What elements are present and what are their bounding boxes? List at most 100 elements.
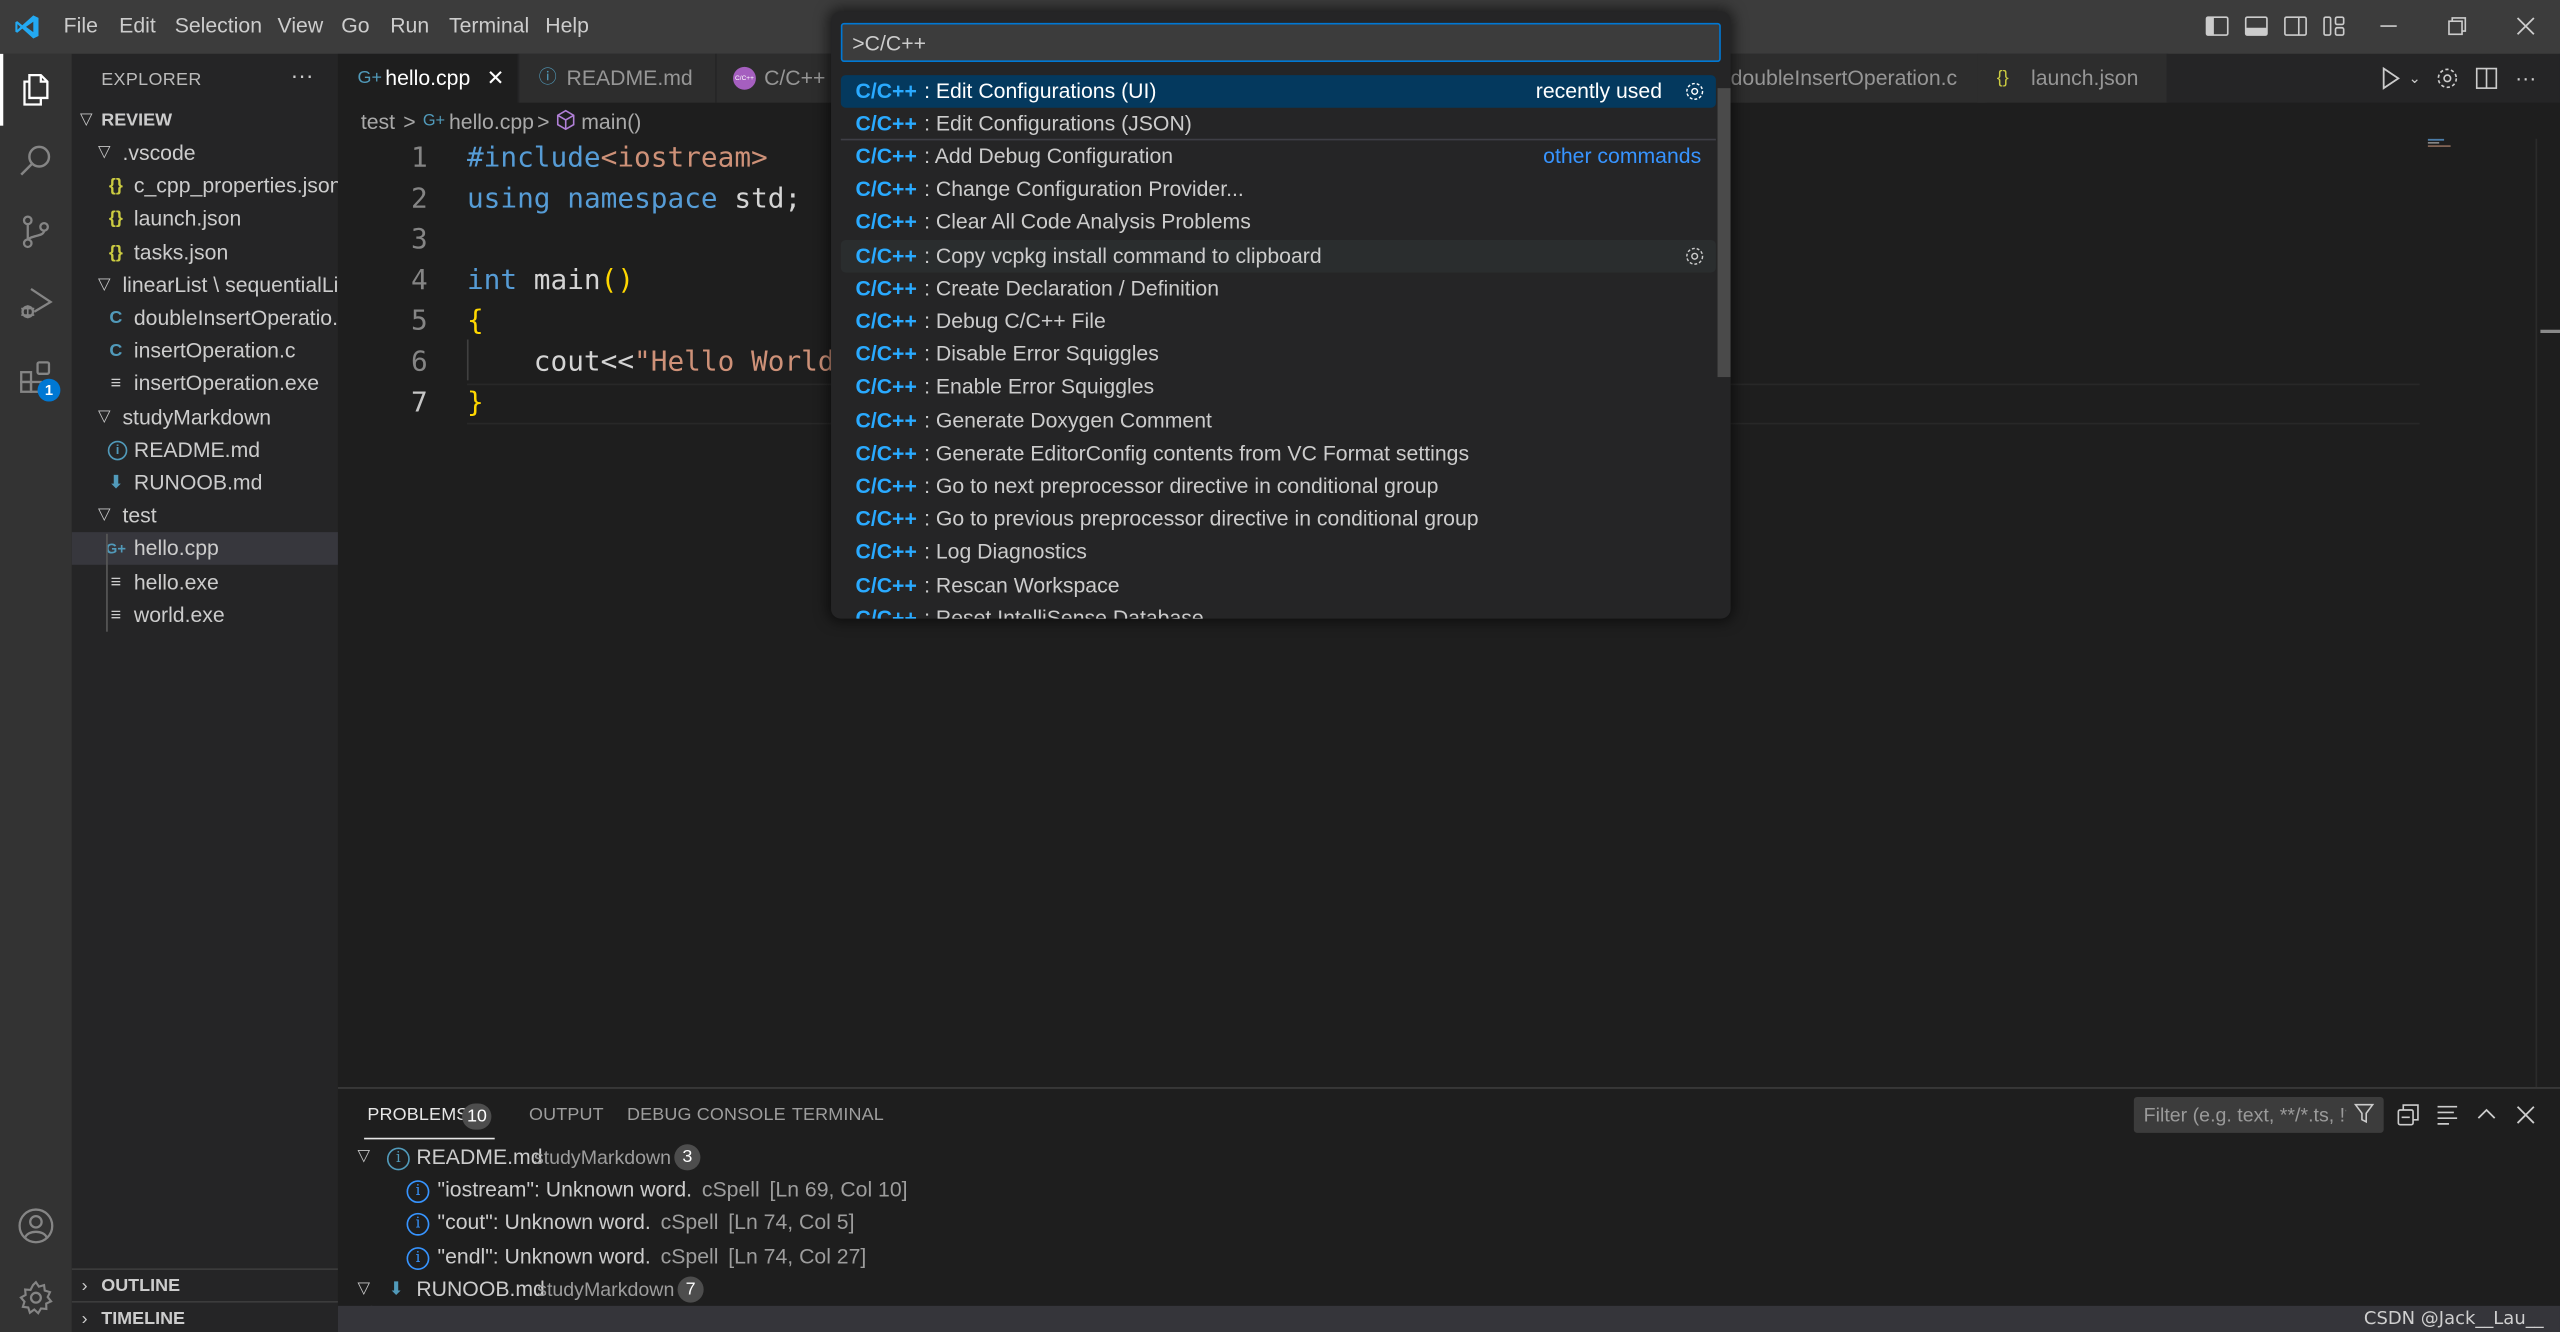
command-item[interactable]: C/C++: Add Debug Configuration other comm… xyxy=(841,140,1716,173)
close-panel-icon[interactable] xyxy=(2513,1102,2539,1128)
command-item[interactable]: C/C++: Rescan Workspace xyxy=(841,569,1716,602)
menu-edit[interactable]: Edit xyxy=(119,13,156,37)
menu-help[interactable]: Help xyxy=(545,13,589,37)
command-item[interactable]: C/C++: Create Declaration / Definition xyxy=(841,272,1716,305)
settings-gear-icon[interactable] xyxy=(2434,65,2460,91)
command-item[interactable]: C/C++: Debug C/C++ File xyxy=(841,305,1716,338)
breadcrumb-file[interactable]: hello.cpp xyxy=(449,109,534,133)
explorer-icon[interactable] xyxy=(16,70,55,109)
tab-hello-cpp[interactable]: G+ hello.cpp ✕ xyxy=(337,53,520,103)
tree-file[interactable]: ≡ world.exe xyxy=(72,599,338,632)
filter-icon[interactable] xyxy=(2353,1102,2376,1125)
tree-folder[interactable]: ▽ studyMarkdown xyxy=(72,401,338,434)
command-item[interactable]: C/C++: Change Configuration Provider... xyxy=(841,173,1716,206)
tree-folder[interactable]: ▽ test xyxy=(72,500,338,533)
configure-keybinding-gear-icon[interactable] xyxy=(1683,79,1706,102)
tree-file[interactable]: ≡ hello.exe xyxy=(72,566,338,599)
panel-tab-output[interactable]: OUTPUT xyxy=(529,1105,604,1125)
command-label: : Edit Configurations (UI) xyxy=(924,77,1157,103)
problem-item[interactable]: i "endl": Unknown word. cSpell [Ln 74, Col … xyxy=(338,1240,2560,1273)
section-outline[interactable]: › OUTLINE xyxy=(71,1268,338,1302)
menu-go[interactable]: Go xyxy=(341,13,369,37)
menu-terminal[interactable]: Terminal xyxy=(449,13,529,37)
menu-view[interactable]: View xyxy=(278,13,324,37)
toggle-primary-sidebar-icon[interactable] xyxy=(2204,13,2230,39)
more-actions-icon[interactable]: ··· xyxy=(291,62,314,88)
toggle-panel-icon[interactable] xyxy=(2243,13,2269,39)
command-palette-input[interactable] xyxy=(852,27,1702,58)
command-palette-input-box[interactable] xyxy=(840,22,1721,63)
editor-scrollbar[interactable] xyxy=(2535,138,2560,1088)
split-editor-icon[interactable] xyxy=(2473,65,2499,91)
tree-file[interactable]: {} launch.json xyxy=(72,203,338,236)
tab-launch-json[interactable]: {} launch.json xyxy=(1977,53,2169,103)
problems-filter[interactable] xyxy=(2133,1096,2384,1133)
source-control-icon[interactable] xyxy=(16,212,55,251)
tree-folder[interactable]: ▽ .vscode xyxy=(72,137,338,170)
search-icon[interactable] xyxy=(16,140,55,179)
command-item[interactable]: C/C++: Edit Configurations (UI) recently … xyxy=(840,74,1716,107)
tab-doubleinsert-c[interactable]: doubleInsertOperation.c xyxy=(1714,53,1987,103)
command-item[interactable]: C/C++: Go to next preprocessor directive… xyxy=(841,470,1716,503)
tree-file[interactable]: CdoubleInsertOperatio... xyxy=(72,302,338,335)
view-as-tree-icon[interactable] xyxy=(2434,1102,2460,1128)
tree-file[interactable]: {} tasks.json xyxy=(72,236,338,269)
collapse-all-icon[interactable] xyxy=(2395,1102,2421,1128)
toggle-secondary-sidebar-icon[interactable] xyxy=(2282,13,2308,39)
problem-file-group[interactable]: ▽ i README.md studyMarkdown 3 xyxy=(338,1141,2560,1174)
command-palette-scrollbar[interactable] xyxy=(1717,88,1731,378)
problem-file-group[interactable]: ▽ ⬇ RUNOOB.md studyMarkdown 7 xyxy=(338,1273,2560,1306)
command-item[interactable]: C/C++: Reset IntelliSense Database xyxy=(841,602,1716,619)
command-item[interactable]: C/C++: Copy vcpkg install command to cli… xyxy=(840,239,1716,272)
close-window-icon[interactable] xyxy=(2513,13,2539,39)
close-tab-icon[interactable]: ✕ xyxy=(487,54,505,103)
tree-folder[interactable]: ▽ linearList \ sequentialList xyxy=(72,269,338,302)
other-commands-label[interactable]: other commands xyxy=(1543,140,1701,173)
panel-tab-debug-console[interactable]: DEBUG CONSOLE xyxy=(627,1105,786,1125)
account-icon[interactable] xyxy=(16,1206,55,1245)
more-editor-actions-icon[interactable]: ··· xyxy=(2513,65,2539,91)
command-item[interactable]: C/C++: Generate Doxygen Comment xyxy=(841,404,1716,437)
tree-file[interactable]: ≡ insertOperation.exe xyxy=(72,368,338,401)
info-icon: i xyxy=(406,1213,430,1237)
line-number: 6 xyxy=(411,346,428,379)
tree-file[interactable]: {} c_cpp_properties.json xyxy=(72,170,338,203)
panel-tab-terminal[interactable]: TERMINAL xyxy=(792,1105,884,1125)
problem-item[interactable]: i "cout": Unknown word. cSpell [Ln 74, Col … xyxy=(338,1207,2560,1240)
breadcrumb-symbol[interactable]: main() xyxy=(581,109,641,133)
command-item[interactable]: C/C++: Disable Error Squiggles xyxy=(841,338,1716,371)
tree-file[interactable]: CinsertOperation.c xyxy=(72,335,338,368)
customize-layout-icon[interactable] xyxy=(2322,13,2348,39)
section-timeline[interactable]: › TIMELINE xyxy=(71,1300,338,1332)
menu-run[interactable]: Run xyxy=(390,13,429,37)
command-item[interactable]: C/C++: Go to previous preprocessor direc… xyxy=(841,503,1716,536)
cpp-file-icon: G+ xyxy=(105,540,126,558)
tab-readme-md[interactable]: ⓘ README.md xyxy=(519,53,717,103)
run-dropdown-chevron-icon[interactable]: ⌄ xyxy=(2402,65,2428,91)
command-item[interactable]: C/C++: Enable Error Squiggles xyxy=(841,371,1716,404)
workspace-root[interactable]: ▽ REVIEW xyxy=(72,104,338,137)
tree-item-label: studyMarkdown xyxy=(122,404,272,429)
run-file-icon[interactable] xyxy=(2377,65,2403,91)
tree-file[interactable]: G+ hello.cpp xyxy=(71,532,338,566)
tree-file[interactable]: ⬇ RUNOOB.md xyxy=(72,467,338,500)
minimize-icon[interactable] xyxy=(2376,13,2402,39)
menu-file[interactable]: File xyxy=(64,13,98,37)
problems-filter-input[interactable] xyxy=(2143,1101,2347,1128)
command-item[interactable]: C/C++: Clear All Code Analysis Problems xyxy=(841,206,1716,239)
command-category: C/C++ xyxy=(855,572,917,597)
manage-gear-icon[interactable] xyxy=(16,1278,55,1317)
configure-keybinding-gear-icon[interactable] xyxy=(1683,244,1706,267)
command-item[interactable]: C/C++: Generate EditorConfig contents fr… xyxy=(841,437,1716,470)
command-item[interactable]: C/C++: Edit Configurations (JSON) xyxy=(841,107,1716,140)
tree-file[interactable]: i README.md xyxy=(72,434,338,467)
minimap[interactable] xyxy=(2427,138,2461,155)
problem-item[interactable]: i "iostream": Unknown word. cSpell [Ln 69, … xyxy=(338,1174,2560,1207)
breadcrumb-folder[interactable]: test xyxy=(361,109,395,133)
run-debug-icon[interactable] xyxy=(16,284,55,323)
panel-tab-problems[interactable]: PROBLEMS xyxy=(367,1105,468,1125)
menu-selection[interactable]: Selection xyxy=(175,13,262,37)
maximize-panel-chevron-icon[interactable] xyxy=(2473,1102,2499,1128)
command-item[interactable]: C/C++: Log Diagnostics xyxy=(841,536,1716,569)
restore-icon[interactable] xyxy=(2444,13,2470,39)
